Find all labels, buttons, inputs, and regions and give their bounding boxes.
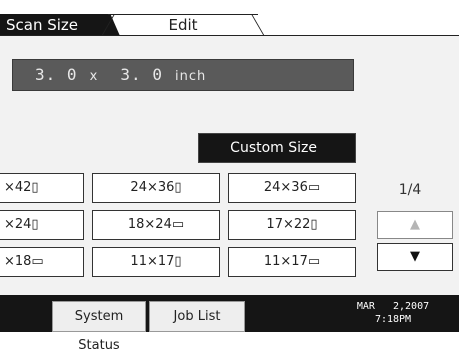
arrow-up-icon: ▲ [410,217,420,232]
system-status-button[interactable]: System Status [52,301,146,353]
size-button-24x36-landscape[interactable]: 24×36▭ [228,173,356,203]
time-text: 7:18PM [374,314,412,325]
size-button-24x36-portrait[interactable]: 24×36▯ [92,173,220,203]
tab-edit[interactable]: Edit [100,14,266,38]
date-text: MAR 2,2007 [356,301,430,312]
size-button-18x24-landscape[interactable]: 18×24▭ [92,210,220,240]
size-display: 3. 0 x 3. 0 inch [12,59,354,91]
size-button-17x22-portrait[interactable]: 17×22▯ [228,210,356,240]
custom-size-button[interactable]: Custom Size [198,133,356,163]
size-button-x18[interactable]: ×18▭ [0,247,84,277]
unit-label: inch [175,69,207,84]
job-list-button[interactable]: Job List [149,301,245,332]
tab-edit-label: Edit [168,16,198,34]
size-button-11x17-landscape[interactable]: 11×17▭ [228,247,356,277]
size-button-11x17-portrait[interactable]: 11×17▯ [92,247,220,277]
size-button-x24[interactable]: ×24▯ [0,210,84,240]
date-time-display: MAR 2,2007 7:18PM [338,300,448,326]
page-indicator: 1/4 [398,182,422,198]
times-symbol: x [89,69,99,84]
tab-bar: Scan Size Edit [0,0,459,38]
previous-page-button[interactable]: ▲ [377,211,453,239]
arrow-down-icon: ▼ [410,249,420,264]
height-value: 3. 0 [120,65,163,84]
next-page-button[interactable]: ▼ [377,243,453,271]
size-button-x42[interactable]: ×42▯ [0,173,84,203]
width-value: 3. 0 [35,65,78,84]
